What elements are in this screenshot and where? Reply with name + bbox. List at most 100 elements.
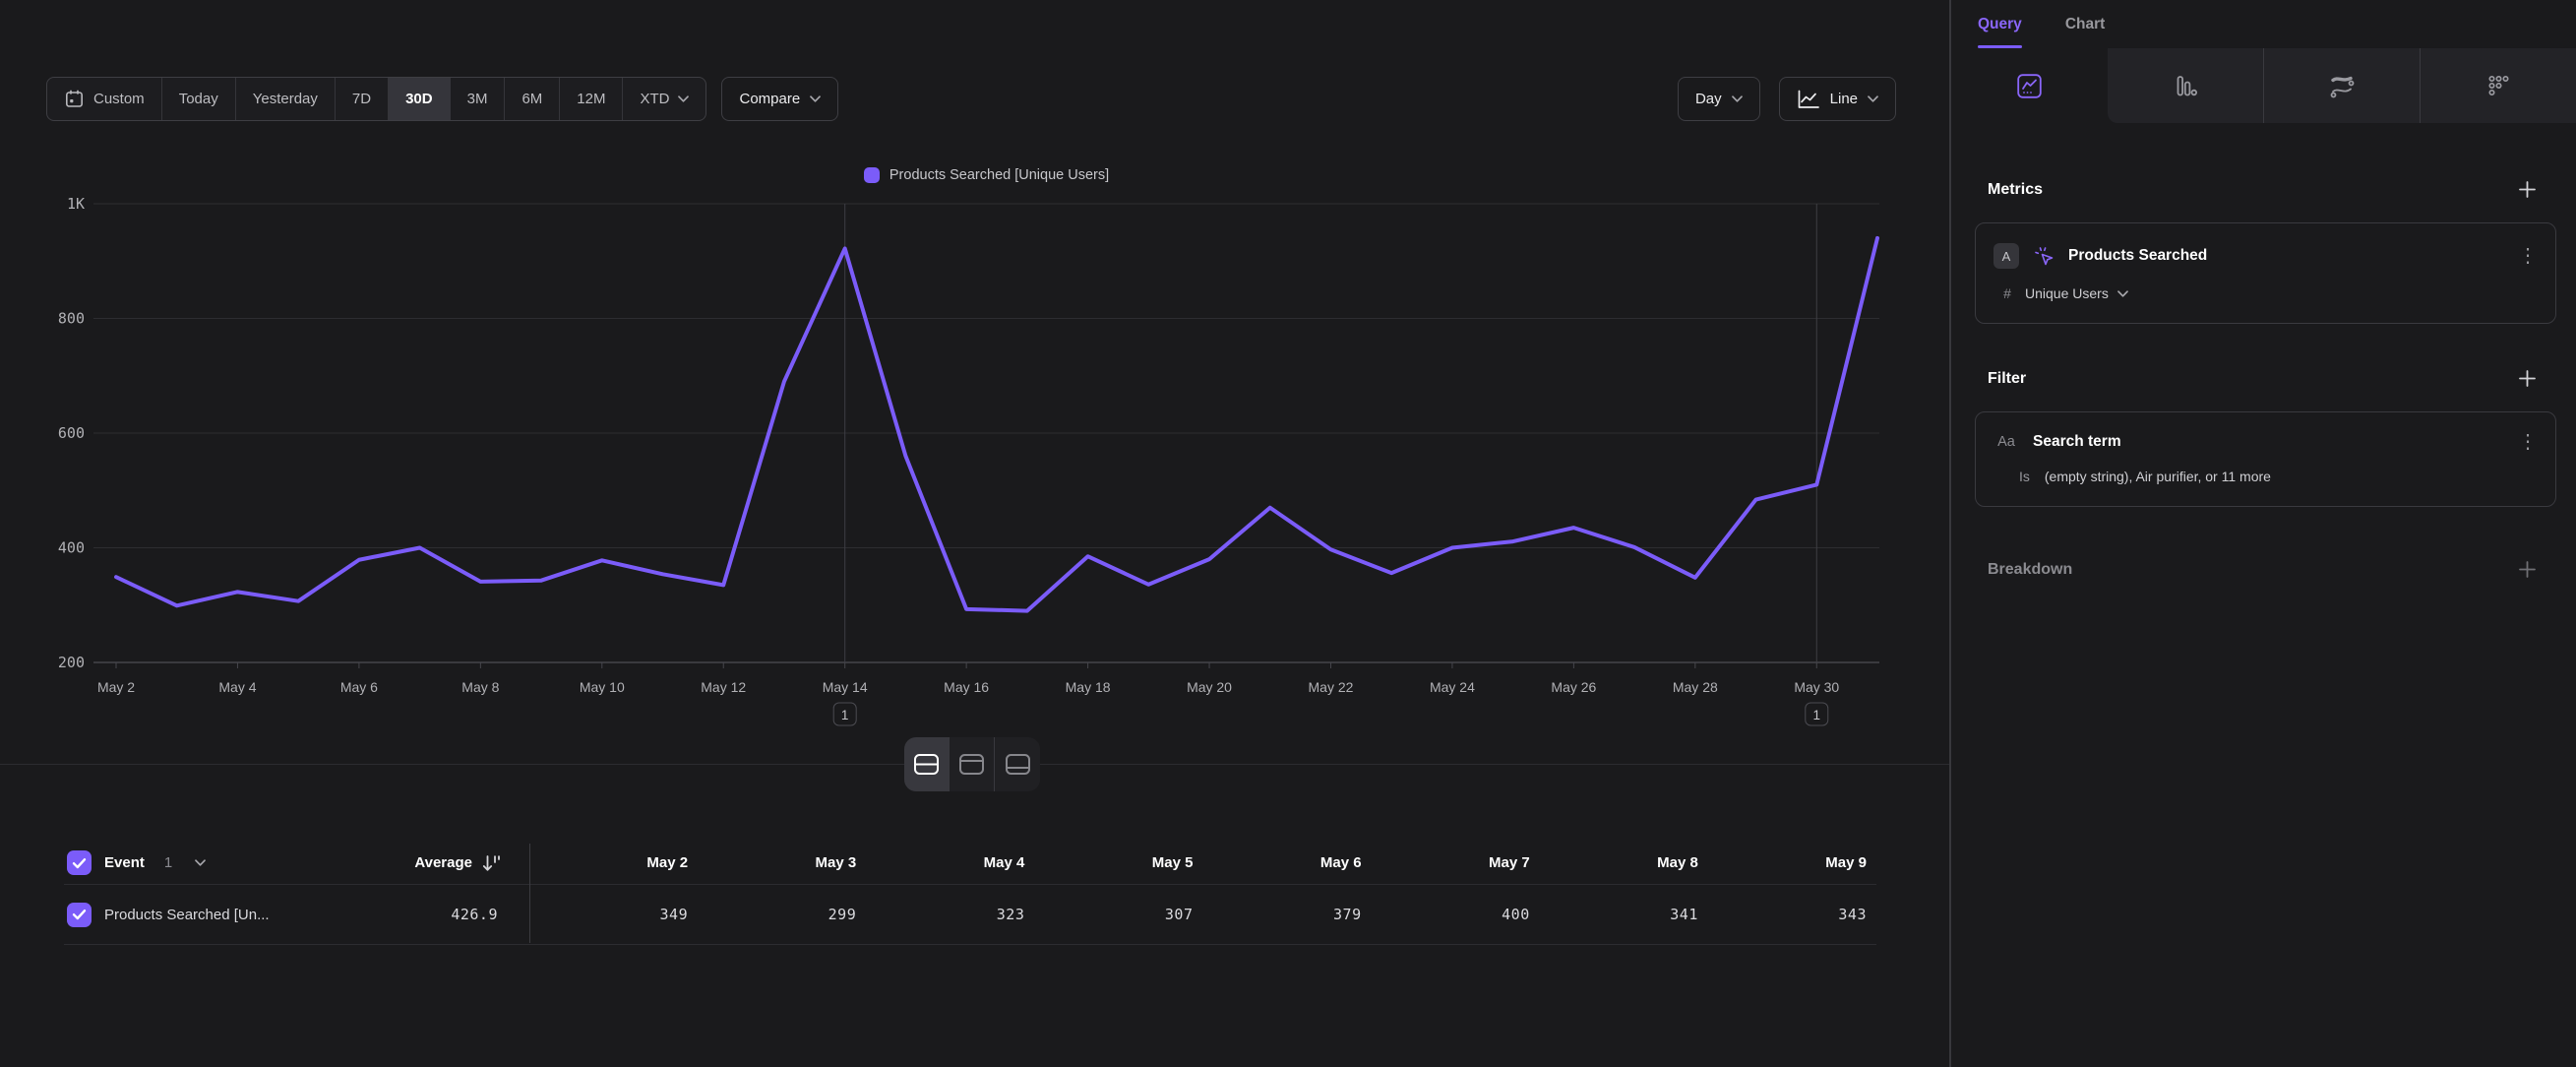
metric-name[interactable]: Products Searched	[2068, 247, 2504, 265]
date-column-header[interactable]: May 6	[1203, 854, 1372, 871]
breakdown-section-head: Breakdown	[1988, 560, 2537, 579]
line-chart: 200 400 600 800 1K 1 1 May 2 May 4 May 6 May 8 May …	[0, 0, 1949, 748]
date-column-header[interactable]: May 8	[1540, 854, 1708, 871]
aggregation-dropdown[interactable]: Unique Users	[2025, 285, 2109, 301]
view-toggle-split[interactable]	[904, 737, 950, 791]
table-value-cell: 349	[529, 906, 698, 923]
flows-icon	[2329, 73, 2356, 99]
row-checkbox[interactable]	[67, 903, 92, 927]
y-axis-label: 400	[58, 539, 85, 557]
x-axis-label: May 16	[944, 679, 989, 695]
view-toggle-chart-only[interactable]	[950, 737, 995, 791]
divider	[529, 844, 530, 943]
filter-card[interactable]: Aa Search term ⋮ Is (empty string), Air …	[1975, 411, 2556, 507]
date-column-header[interactable]: May 7	[1372, 854, 1540, 871]
query-panel: Query Chart	[1949, 0, 2576, 1067]
y-axis-label: 800	[58, 310, 85, 328]
y-axis-label: 200	[58, 654, 85, 671]
metric-card[interactable]: A Products Searched ⋮ # Unique Users	[1975, 222, 2556, 324]
retention-dots-icon	[2485, 73, 2512, 99]
filter-operator[interactable]: Is	[2019, 469, 2030, 484]
event-header-label: Event	[104, 854, 145, 871]
annotation-marker[interactable]: 1	[1806, 204, 1828, 725]
report-tab-insights[interactable]	[1951, 48, 2108, 123]
svg-text:1: 1	[841, 708, 849, 722]
x-axis-label: May 8	[461, 679, 499, 695]
table-value-cell: 323	[866, 906, 1034, 923]
x-axis-label: May 18	[1066, 679, 1111, 695]
breakdown-heading: Breakdown	[1988, 561, 2072, 579]
split-view-icon	[913, 753, 940, 776]
average-header-label: Average	[414, 854, 472, 871]
x-axis-label: May 6	[340, 679, 378, 695]
tab-chart[interactable]: Chart	[2065, 16, 2105, 48]
plus-icon	[2518, 560, 2537, 579]
x-axis-label: May 30	[1794, 679, 1839, 695]
table-row: Products Searched [Un... 426.9 349299323…	[64, 884, 1876, 945]
date-column-header[interactable]: May 9	[1708, 854, 1876, 871]
view-toggle-table-only[interactable]	[995, 737, 1040, 791]
y-axis-label: 600	[58, 424, 85, 442]
metrics-heading: Metrics	[1988, 181, 2043, 199]
date-column-header[interactable]: May 4	[866, 854, 1034, 871]
metric-letter-badge: A	[1993, 243, 2019, 269]
x-axis-label: May 24	[1430, 679, 1475, 695]
report-tab-funnels[interactable]	[2108, 48, 2264, 123]
average-column-header[interactable]: Average	[347, 853, 529, 873]
insights-chart-icon	[2016, 73, 2043, 99]
average-value: 426.9	[347, 906, 529, 923]
y-axis-label: 1K	[67, 195, 85, 213]
table-header-row: Event 1 Average May 2May 3May 4May 5May …	[64, 842, 1876, 884]
filter-section-head: Filter	[1988, 369, 2537, 388]
report-tab-retention[interactable]	[2421, 48, 2576, 123]
sort-descending-icon	[481, 853, 502, 873]
report-tab-flows[interactable]	[2264, 48, 2421, 123]
property-type-badge: Aa	[1993, 434, 2019, 450]
plus-icon	[2518, 180, 2537, 199]
kebab-menu-icon[interactable]: ⋮	[2518, 432, 2538, 452]
table-value-cell: 307	[1034, 906, 1202, 923]
table-value-cell: 299	[698, 906, 866, 923]
report-canvas: CustomTodayYesterday7D30D3M6M12MXTD Comp…	[0, 0, 1949, 1067]
metrics-section-head: Metrics	[1988, 180, 2537, 199]
check-icon	[72, 909, 87, 920]
svg-text:1: 1	[1813, 708, 1821, 722]
filter-heading: Filter	[1988, 370, 2026, 388]
select-all-checkbox[interactable]	[67, 850, 92, 875]
x-axis-label: May 4	[218, 679, 256, 695]
add-breakdown-button[interactable]	[2518, 560, 2537, 579]
date-column-header[interactable]: May 3	[698, 854, 866, 871]
add-filter-button[interactable]	[2518, 369, 2537, 388]
event-row-cell[interactable]: Products Searched [Un...	[64, 903, 347, 927]
x-axis-label: May 12	[701, 679, 746, 695]
date-column-header[interactable]: May 5	[1034, 854, 1202, 871]
kebab-menu-icon[interactable]: ⋮	[2518, 246, 2538, 266]
x-axis-label: May 14	[823, 679, 868, 695]
event-column-header[interactable]: Event 1	[64, 850, 347, 875]
bar-chart-icon	[2173, 73, 2199, 99]
aggregation-symbol: #	[1995, 285, 2019, 301]
tab-query[interactable]: Query	[1978, 16, 2022, 48]
view-toggle	[904, 737, 1040, 791]
x-axis-label: May 20	[1187, 679, 1232, 695]
chevron-down-icon	[2117, 290, 2128, 297]
event-count: 1	[164, 854, 172, 871]
chart-only-view-icon	[958, 753, 985, 776]
add-metric-button[interactable]	[2518, 180, 2537, 199]
table-value-cell: 400	[1372, 906, 1540, 923]
event-name: Products Searched [Un...	[104, 907, 270, 923]
x-axis-label: May 10	[580, 679, 625, 695]
table-value-cell: 341	[1540, 906, 1708, 923]
plus-icon	[2518, 369, 2537, 388]
filter-value[interactable]: (empty string), Air purifier, or 11 more	[2045, 469, 2271, 484]
date-column-header[interactable]: May 2	[529, 854, 698, 871]
panel-tabs: Query Chart	[1951, 0, 2576, 48]
table-value-cell: 379	[1203, 906, 1372, 923]
filter-property-name[interactable]: Search term	[2033, 433, 2504, 451]
x-axis-label: May 28	[1673, 679, 1718, 695]
check-icon	[72, 857, 87, 869]
x-axis-label: May 2	[97, 679, 135, 695]
breakdown-table: Event 1 Average May 2May 3May 4May 5May …	[64, 842, 1876, 945]
report-type-tabs	[1951, 48, 2576, 123]
chevron-down-icon	[195, 859, 206, 866]
